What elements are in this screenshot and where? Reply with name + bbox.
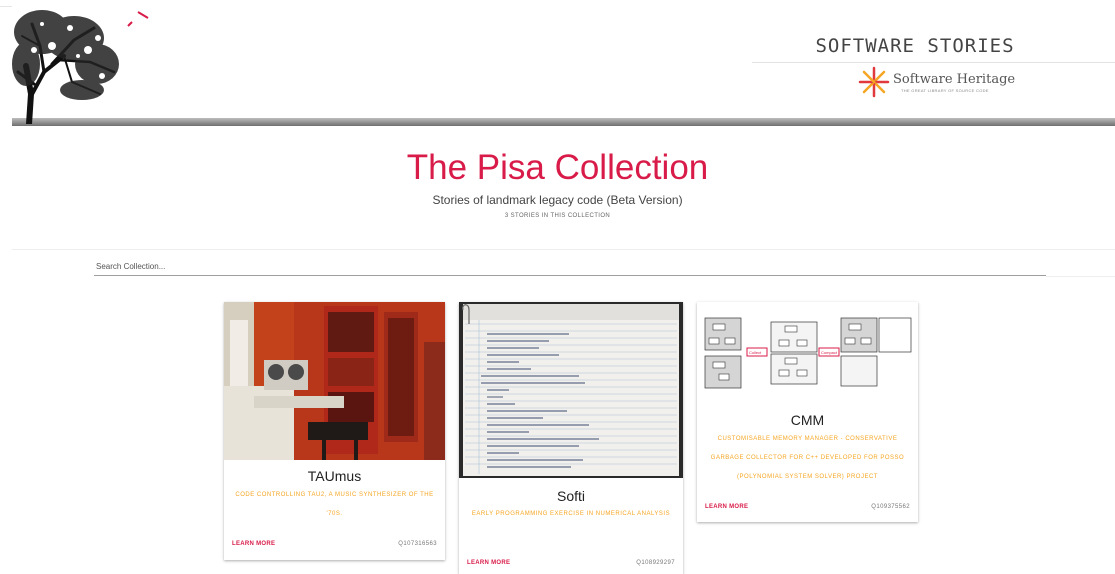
collection-title: The Pisa Collection: [406, 148, 709, 187]
collection-subtitle: Stories of landmark legacy code (Beta Ve…: [432, 193, 683, 207]
story-card-taumus[interactable]: TAUmus CODE CONTROLLING TAU2, A MUSIC SY…: [224, 302, 445, 560]
header-shadow-bar: [12, 118, 1115, 126]
bird-icon: [127, 11, 149, 27]
diagram-label-compact: Compact: [821, 350, 838, 355]
learn-more-link[interactable]: LEARN MORE: [705, 504, 748, 510]
story-id: Q109375562: [871, 504, 910, 510]
software-heritage-logo-icon[interactable]: [858, 66, 890, 98]
cmm-diagram: Collect Compact: [697, 302, 918, 392]
tree-logo-icon[interactable]: [12, 6, 122, 124]
section-divider: [12, 249, 1115, 250]
story-title[interactable]: CMM: [697, 412, 918, 428]
learn-more-link[interactable]: LEARN MORE: [232, 541, 275, 547]
story-count: 3 STORIES IN THIS COLLECTION: [504, 213, 611, 219]
software-heritage-tagline: THE GREAT LIBRARY OF SOURCE CODE: [901, 88, 989, 93]
story-description: EARLY PROGRAMMING EXERCISE IN NUMERICAL …: [471, 511, 671, 517]
story-description: CUSTOMISABLE MEMORY MANAGER - CONSERVATI…: [710, 436, 905, 480]
search-input[interactable]: [94, 258, 1046, 276]
taumus-photo: [224, 302, 445, 460]
site-header: [12, 0, 1115, 126]
story-id: Q107316563: [398, 541, 437, 547]
story-title[interactable]: Softi: [459, 488, 683, 504]
softi-photo: [459, 302, 683, 478]
story-description: CODE CONTROLLING TAU2, A MUSIC SYNTHESIZ…: [235, 492, 434, 517]
software-heritage-name[interactable]: Software Heritage: [893, 72, 1015, 87]
story-title[interactable]: TAUmus: [224, 468, 445, 484]
brand-title[interactable]: SOFTWARE STORIES: [760, 35, 1070, 57]
story-id: Q108929297: [636, 560, 675, 566]
story-card-cmm[interactable]: Collect Compact CMM CUSTOMISABLE MEMORY …: [697, 302, 918, 522]
diagram-label-collect: Collect: [749, 350, 762, 355]
search-divider-right: [1046, 276, 1115, 277]
brand-divider: [752, 62, 1115, 63]
learn-more-link[interactable]: LEARN MORE: [467, 560, 510, 566]
story-card-softi[interactable]: Softi EARLY PROGRAMMING EXERCISE IN NUME…: [459, 302, 683, 574]
